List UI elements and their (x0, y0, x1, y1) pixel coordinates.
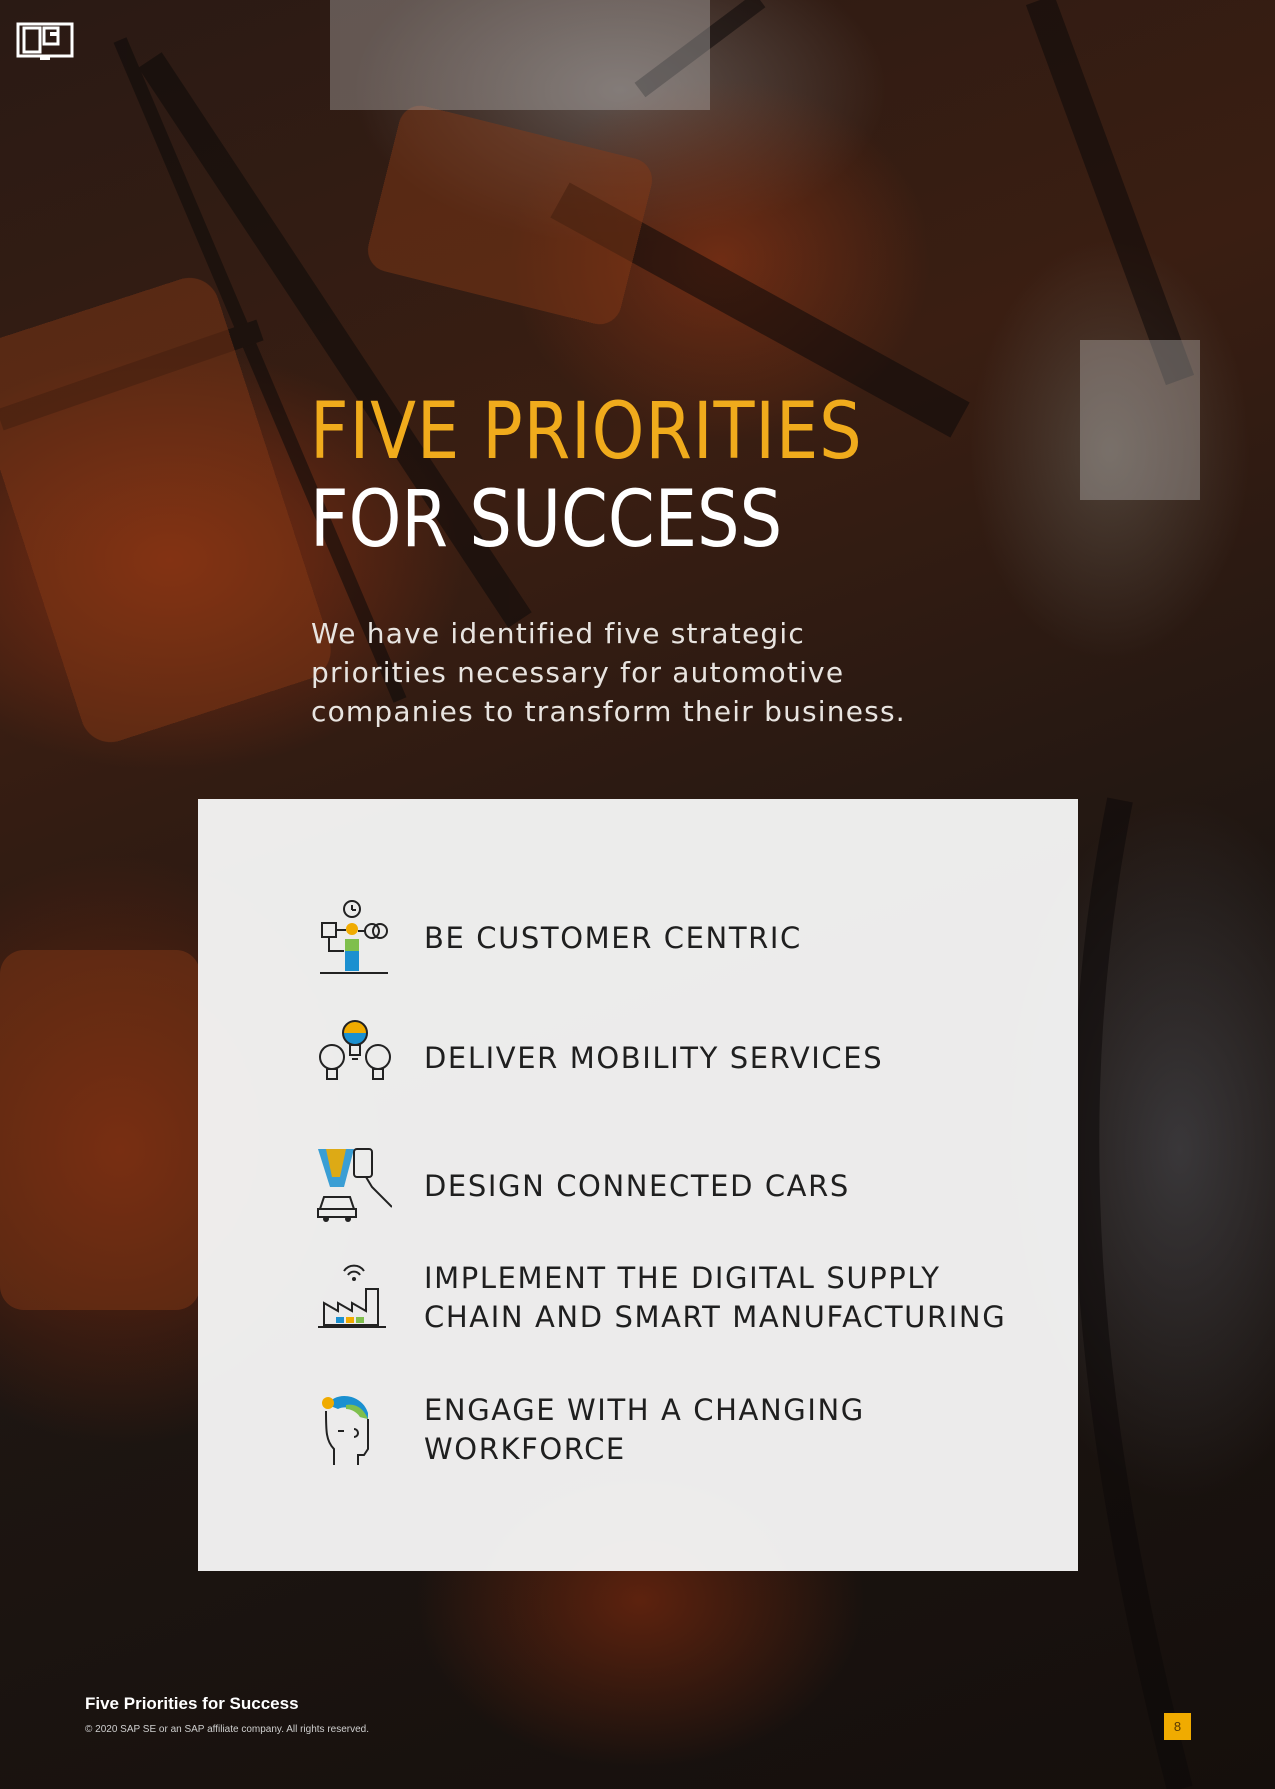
priority-label-line-1: ENGAGE WITH A CHANGING (424, 1393, 865, 1427)
ebook-logo-icon (16, 22, 74, 62)
priority-label-line-2: WORKFORCE (424, 1432, 626, 1466)
priority-label: DELIVER MOBILITY SERVICES (424, 1041, 884, 1075)
priority-label: BE CUSTOMER CENTRIC (424, 921, 802, 955)
priority-item-connected-cars: DESIGN CONNECTED CARS (198, 1147, 1078, 1225)
lightbulbs-icon (316, 1019, 392, 1095)
priority-label: DESIGN CONNECTED CARS (424, 1169, 850, 1203)
worker-head-icon (316, 1391, 392, 1467)
footer-copyright: © 2020 SAP SE or an SAP affiliate compan… (85, 1724, 370, 1735)
priorities-panel: BE CUSTOMER CENTRIC DELIVER MOBILITY SER… (198, 799, 1078, 1571)
priority-label: ENGAGE WITH A CHANGING WORKFORCE (424, 1391, 865, 1469)
page-number-badge: 8 (1164, 1713, 1191, 1740)
title-line-1: FIVE PRIORITIES (310, 387, 863, 477)
page-heading: FIVE PRIORITIES FOR SUCCESS (310, 388, 953, 564)
priority-item-customer-centric: BE CUSTOMER CENTRIC (198, 899, 1078, 977)
priority-label-line-2: CHAIN AND SMART MANUFACTURING (424, 1300, 1007, 1334)
footer-title: Five Priorities for Success (85, 1694, 299, 1713)
priority-label-line-1: IMPLEMENT THE DIGITAL SUPPLY (424, 1261, 941, 1295)
title-line-2: FOR SUCCESS (310, 475, 783, 565)
priority-item-mobility-services: DELIVER MOBILITY SERVICES (198, 1019, 1078, 1097)
intro-paragraph: We have identified five strategic priori… (311, 617, 906, 728)
customer-centric-icon (316, 899, 392, 975)
priority-item-workforce: ENGAGE WITH A CHANGING WORKFORCE (198, 1391, 1078, 1469)
connected-car-icon (316, 1147, 393, 1223)
factory-icon (316, 1259, 392, 1335)
priority-item-digital-supply-chain: IMPLEMENT THE DIGITAL SUPPLY CHAIN AND S… (198, 1259, 1078, 1337)
priority-label: IMPLEMENT THE DIGITAL SUPPLY CHAIN AND S… (424, 1259, 1006, 1337)
